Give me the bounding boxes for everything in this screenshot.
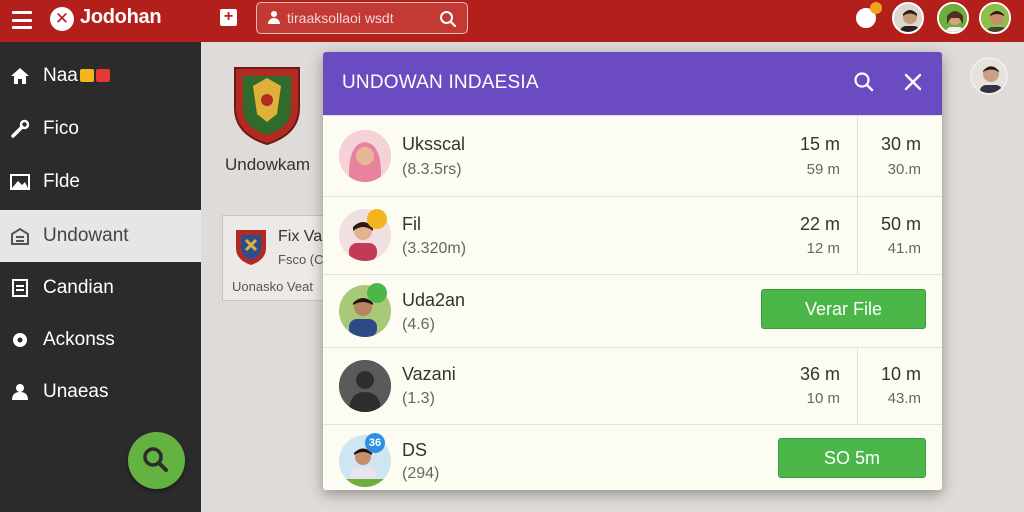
list-item[interactable]: Uksscal (8.3.5rs) 15 m 59 m 30 m 30.m [323, 115, 942, 197]
list-item-name: Uda2an [402, 290, 466, 310]
status-badge [367, 209, 387, 229]
search-input[interactable] [287, 10, 437, 26]
sidebar-item-tools[interactable]: Fico [0, 103, 201, 155]
red-badge-icon [95, 69, 110, 83]
sidebar-item-inbox[interactable]: Undowant [0, 210, 201, 262]
modal-header: UNDOWAN INDAESIA [323, 52, 942, 115]
notifications-icon[interactable] [854, 2, 882, 30]
stat-value: 59 m [806, 161, 840, 178]
plus-icon[interactable]: + [220, 9, 237, 26]
avatar [339, 360, 391, 412]
sidebar-item-label: Flde [43, 171, 80, 192]
list-item-name: Uksscal [402, 134, 466, 154]
list-item-subtitle: (3.320m) [402, 240, 467, 257]
stat-value: 41.m [887, 240, 921, 257]
yellow-badge-icon [79, 69, 94, 83]
sidebar-item-home[interactable]: Naa [0, 50, 201, 102]
search-icon [143, 447, 168, 472]
background-card-subtitle: Fsco (C [278, 252, 324, 267]
list-item-name: Fil [402, 214, 421, 234]
modal-title: UNDOWAN INDAESIA [342, 72, 539, 93]
sidebar-item-label: Naa [43, 65, 78, 86]
avatar[interactable] [970, 57, 1008, 95]
search-bar[interactable] [256, 2, 468, 34]
background-card-footer: Uonasko Veat [232, 279, 313, 294]
status-badge [367, 283, 387, 303]
background-card-title: Fix Va [278, 228, 323, 245]
sidebar-item-label: Ackonss [43, 329, 115, 350]
sidebar-item-label: Unaeas [43, 381, 109, 402]
view-file-button[interactable]: Verar File [761, 289, 926, 329]
stat-value: 50 m [880, 214, 921, 234]
column-divider [857, 197, 858, 275]
list-item[interactable]: Vazani (1.3) 36 m 10 m 10 m 43.m [323, 347, 942, 425]
search-fab-button[interactable] [128, 432, 185, 489]
list-item-name: Vazani [402, 364, 456, 384]
background-title: Undowkam [225, 155, 311, 174]
sidebar-item-label: Undowant [43, 225, 129, 246]
sidebar-item-label: Candian [43, 277, 114, 298]
sidebar-item-images[interactable]: Flde [0, 156, 201, 208]
search-icon[interactable] [851, 69, 877, 95]
column-divider [857, 348, 858, 425]
stat-value: 36 m [799, 364, 840, 384]
sidebar-item-location[interactable]: Ackonss [0, 314, 201, 366]
close-icon[interactable] [901, 70, 925, 94]
sidebar-item-users[interactable]: Unaeas [0, 366, 201, 418]
location-icon [13, 333, 27, 347]
status-badge: 36 [365, 433, 385, 453]
document-icon [12, 279, 28, 297]
avatar[interactable] [892, 2, 924, 34]
home-icon [11, 68, 29, 84]
stat-value: 10 m [806, 390, 840, 407]
list-item[interactable]: Uda2an (4.6) Verar File [323, 274, 942, 347]
list-item[interactable]: Fil (3.320m) 22 m 12 m 50 m 41.m [323, 196, 942, 275]
stat-value: 30 m [880, 134, 921, 154]
list-item-subtitle: (4.6) [402, 316, 435, 333]
stat-value: 22 m [799, 214, 840, 234]
column-divider [857, 116, 858, 197]
list-item-subtitle: (1.3) [402, 390, 435, 407]
stat-value: 30.m [887, 161, 921, 178]
sidebar-item-documents[interactable]: Candian [0, 262, 201, 314]
list-item-subtitle: (8.3.5rs) [402, 161, 462, 178]
crest-logo-icon [234, 67, 300, 146]
list-item-subtitle: (294) [402, 465, 440, 482]
stat-value: 10 m [880, 364, 921, 384]
stat-value: 15 m [799, 134, 840, 154]
inbox-icon [11, 227, 29, 245]
app-title: Jodohan [80, 6, 162, 28]
action-button[interactable]: SO 5m [778, 438, 926, 478]
avatar[interactable] [937, 2, 969, 34]
avatar [339, 130, 391, 182]
tools-icon [11, 119, 30, 138]
user-icon [12, 384, 28, 400]
stat-value: 43.m [887, 390, 921, 407]
app-logo-icon: ✕ [50, 7, 74, 31]
search-icon[interactable] [439, 10, 457, 28]
hamburger-menu-icon[interactable] [12, 11, 32, 29]
list-item[interactable]: 36 DS (294) SO 5m [323, 424, 942, 490]
image-icon [10, 174, 30, 190]
avatar[interactable] [979, 2, 1011, 34]
crest-logo-icon [236, 230, 266, 265]
modal-dialog: UNDOWAN INDAESIA Uksscal (8.3.5rs) 15 m … [323, 52, 942, 490]
sidebar-item-label: Fico [43, 118, 79, 139]
stat-value: 12 m [806, 240, 840, 257]
top-bar: ✕ Jodohan + [0, 0, 1024, 42]
sidebar: Naa Fico Flde Undowant Candian Ackonss U… [0, 42, 201, 512]
list-item-name: DS [402, 440, 428, 460]
user-icon [267, 11, 281, 25]
